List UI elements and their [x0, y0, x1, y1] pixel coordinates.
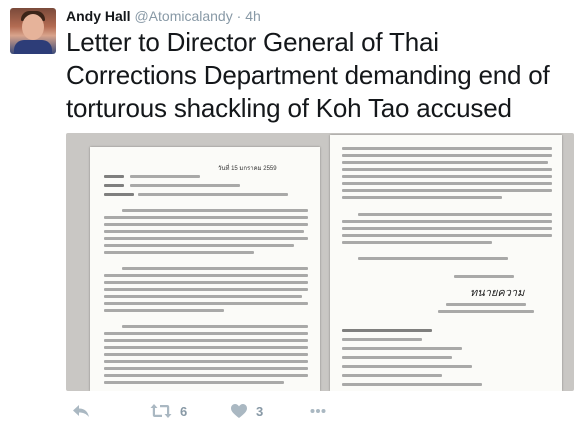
letter-date: วันที่ 15 มกราคม 2559 [218, 166, 277, 172]
tweet-text: Letter to Director General of Thai Corre… [66, 27, 550, 123]
retweet-button[interactable]: 6 [150, 400, 187, 422]
like-button[interactable]: 3 [230, 400, 263, 422]
more-options-button[interactable] [310, 400, 326, 422]
tweet-media-image[interactable]: วันที่ 15 มกราคม 2559 ทนายความ [66, 133, 574, 391]
reply-button[interactable] [72, 400, 90, 422]
retweet-icon [150, 403, 172, 419]
avatar-face [22, 14, 44, 40]
tweet-timestamp[interactable]: 4h [245, 8, 261, 24]
letter-page-left: วันที่ 15 มกราคม 2559 [90, 147, 320, 391]
tweet-header: Andy Hall @Atomicalandy · 4h [66, 8, 261, 24]
author-name[interactable]: Andy Hall [66, 8, 131, 24]
signature: ทนายความ [470, 286, 525, 299]
avatar[interactable] [10, 8, 56, 54]
retweet-count: 6 [180, 403, 188, 419]
author-handle[interactable]: @Atomicalandy [134, 8, 232, 24]
avatar-shirt [14, 40, 52, 54]
more-icon [310, 408, 326, 414]
reply-icon [72, 403, 90, 419]
header-separator: · [236, 8, 242, 24]
heart-icon [230, 403, 248, 419]
letter-page-right: ทนายความ [330, 135, 562, 391]
tweet: Andy Hall @Atomicalandy · 4h Letter to D… [0, 0, 580, 437]
like-count: 3 [256, 403, 264, 419]
